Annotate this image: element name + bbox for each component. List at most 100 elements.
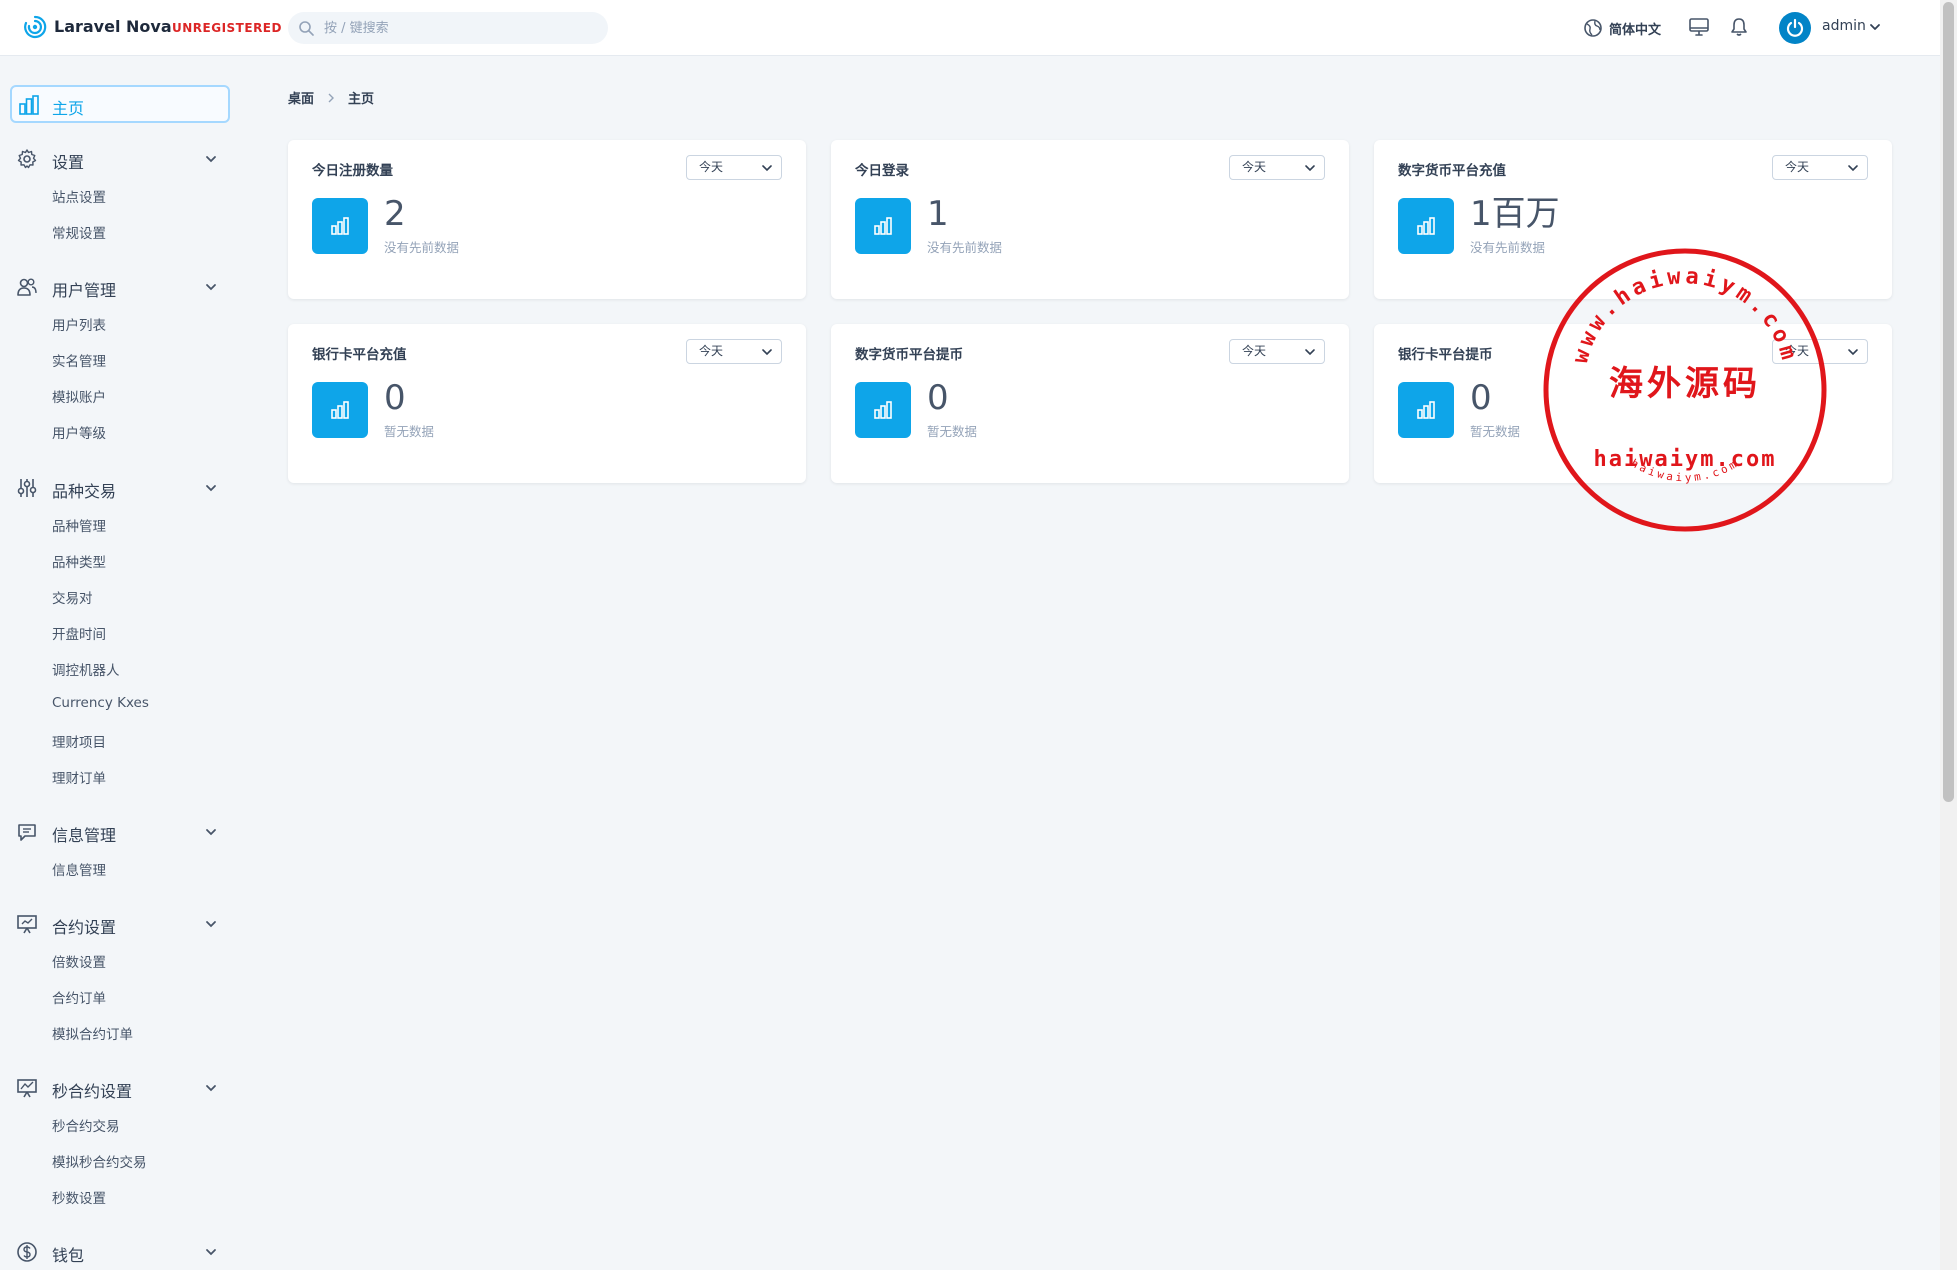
power-icon (1786, 18, 1804, 37)
metric-icon-badge (312, 382, 368, 438)
sidebar-item-site-settings[interactable]: 站点设置 (52, 186, 106, 206)
globe-icon (1584, 19, 1602, 37)
sidebar-item-demo-account[interactable]: 模拟账户 (52, 386, 106, 406)
avatar[interactable] (1779, 12, 1811, 44)
sidebar-group-label: 设置 (52, 153, 85, 172)
card-title: 今日登录 (855, 163, 909, 179)
notification-bell-icon[interactable] (1728, 16, 1750, 38)
metric-card: 数字货币平台提币 今天 0 暂无数据 (831, 324, 1349, 483)
sidebar-item-home[interactable]: 主页 (10, 85, 230, 123)
sidebar-item-second-trade[interactable]: 秒合约交易 (52, 1115, 120, 1135)
sidebar-group-label: 用户管理 (52, 281, 117, 300)
sidebar-group-trading[interactable]: 品种交易 (0, 473, 240, 503)
metric-subtext: 暂无数据 (384, 424, 435, 439)
sliders-icon (17, 479, 37, 497)
search-icon (299, 21, 314, 36)
sidebar-group-label: 信息管理 (52, 826, 117, 845)
sidebar-item-product-type[interactable]: 品种类型 (52, 551, 106, 571)
sidebar-item-user-level[interactable]: 用户等级 (52, 422, 106, 442)
sidebar-group-messages[interactable]: 信息管理 (0, 817, 240, 847)
range-select-value: 今天 (699, 344, 724, 358)
chevron-down-icon (1305, 349, 1315, 356)
range-select[interactable]: 今天 (686, 339, 782, 364)
range-select[interactable]: 今天 (1229, 339, 1325, 364)
sidebar-group-contract[interactable]: 合约设置 (0, 909, 240, 939)
bar-chart-icon (331, 217, 349, 235)
sidebar-group-label: 品种交易 (52, 482, 117, 501)
gear-icon (17, 149, 37, 169)
range-select[interactable]: 今天 (1772, 155, 1868, 180)
sidebar-item-user-list[interactable]: 用户列表 (52, 314, 106, 334)
app-name[interactable]: Laravel Nova (54, 17, 172, 36)
card-title: 数字货币平台充值 (1398, 163, 1506, 179)
presentation-icon (17, 915, 37, 934)
unregistered-badge: UNREGISTERED (172, 21, 282, 35)
sidebar-item-general-settings[interactable]: 常规设置 (52, 222, 106, 242)
chevron-down-icon (762, 165, 772, 172)
bar-chart-icon (1417, 401, 1435, 419)
language-switcher[interactable]: 简体中文 (1583, 17, 1661, 39)
sidebar-item-real-name[interactable]: 实名管理 (52, 350, 106, 370)
search-input[interactable] (324, 12, 594, 44)
chevron-down-icon[interactable] (204, 152, 218, 166)
sidebar-group-users[interactable]: 用户管理 (0, 272, 240, 302)
chevron-down-icon (1848, 349, 1858, 356)
range-select[interactable]: 今天 (1229, 155, 1325, 180)
watermark-domain-text: haiwaiym.com (1594, 447, 1777, 472)
chevron-down-icon[interactable] (204, 825, 218, 839)
sidebar-item-robot[interactable]: 调控机器人 (52, 659, 120, 679)
sidebar: 主页 设置 站点设置 常规设置 用户管理 用户列表 实名管理 模拟账户 用户等级 (0, 56, 250, 1270)
sidebar-item-contract-order[interactable]: 合约订单 (52, 987, 106, 1007)
card-title: 数字货币平台提币 (855, 347, 963, 363)
sidebar-item-label: 主页 (52, 99, 85, 118)
sidebar-item-finance-order[interactable]: 理财订单 (52, 767, 106, 787)
range-select-value: 今天 (1785, 160, 1810, 174)
sidebar-group-wallet[interactable]: 钱包 (0, 1237, 240, 1267)
bar-chart-icon (874, 217, 892, 235)
chevron-down-icon[interactable] (204, 917, 218, 931)
metric-value: 1百万 (1470, 194, 1560, 234)
sidebar-group-settings[interactable]: 设置 (0, 144, 240, 174)
metric-value: 2 (384, 194, 406, 234)
metric-card: 今日登录 今天 1 没有先前数据 (831, 140, 1349, 299)
message-icon (18, 824, 36, 841)
sidebar-item-trading-pair[interactable]: 交易对 (52, 587, 93, 607)
sidebar-item-open-time[interactable]: 开盘时间 (52, 623, 106, 643)
metric-icon-badge (855, 198, 911, 254)
sidebar-group-second-contract[interactable]: 秒合约设置 (0, 1073, 240, 1103)
chevron-down-icon (1848, 165, 1858, 172)
desktop-icon[interactable] (1688, 16, 1710, 38)
chevron-down-icon[interactable] (204, 280, 218, 294)
user-menu-name[interactable]: admin (1822, 18, 1866, 34)
sidebar-group-label: 钱包 (52, 1246, 85, 1265)
watermark-center-text: 海外源码 (1609, 364, 1761, 404)
sidebar-item-seconds-setting[interactable]: 秒数设置 (52, 1187, 106, 1207)
chevron-right-icon (328, 93, 335, 102)
sidebar-item-product-manage[interactable]: 品种管理 (52, 515, 106, 535)
watermark-stamp: www.haiwaiym.com 海外源码 haiwaiym.com haiwa… (1543, 248, 1827, 532)
chevron-down-icon[interactable] (204, 481, 218, 495)
range-select-value: 今天 (699, 160, 724, 174)
sidebar-group-label: 合约设置 (52, 918, 117, 937)
scrollbar-thumb[interactable] (1943, 2, 1954, 802)
chevron-down-icon[interactable] (1868, 20, 1882, 34)
metric-icon-badge (1398, 382, 1454, 438)
sidebar-item-demo-contract-order[interactable]: 模拟合约订单 (52, 1023, 133, 1043)
range-select[interactable]: 今天 (686, 155, 782, 180)
breadcrumb-item-desktop[interactable]: 桌面 (288, 88, 314, 107)
metric-icon-badge (312, 198, 368, 254)
chevron-down-icon[interactable] (204, 1245, 218, 1259)
sidebar-item-finance-project[interactable]: 理财项目 (52, 731, 106, 751)
sidebar-item-multiplier[interactable]: 倍数设置 (52, 951, 106, 971)
metric-subtext: 暂无数据 (1470, 424, 1521, 439)
chevron-down-icon[interactable] (204, 1081, 218, 1095)
metric-icon-badge (1398, 198, 1454, 254)
sidebar-item-message-manage[interactable]: 信息管理 (52, 859, 106, 879)
metric-card: 银行卡平台充值 今天 0 暂无数据 (288, 324, 806, 483)
sidebar-item-currency-kxes[interactable]: Currency Kxes (52, 695, 149, 711)
nova-logo-icon[interactable] (23, 15, 47, 39)
dollar-icon (17, 1242, 37, 1262)
global-search[interactable] (288, 12, 608, 44)
sidebar-item-demo-second-trade[interactable]: 模拟秒合约交易 (52, 1151, 147, 1171)
breadcrumb: 桌面 主页 (288, 88, 374, 107)
